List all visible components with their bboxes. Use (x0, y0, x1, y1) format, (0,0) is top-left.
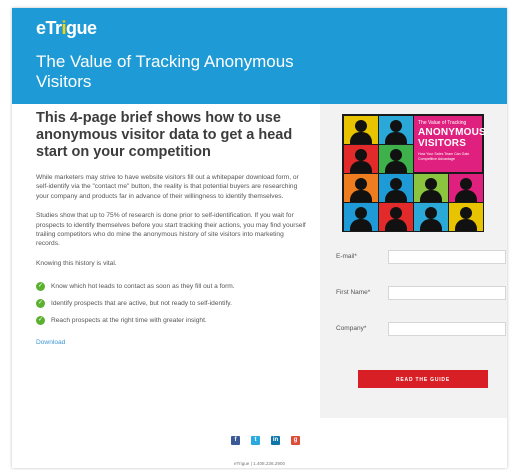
content-headline: This 4-page brief shows how to use anony… (36, 110, 293, 160)
first-name-label: First Name* (336, 289, 371, 296)
email-field[interactable] (388, 250, 506, 264)
google-plus-icon[interactable]: g (291, 436, 300, 445)
benefit-item: ✓ Identify prospects that are active, but… (36, 299, 232, 309)
hero-banner: eTrigue The Value of Tracking Anonymous … (12, 8, 507, 104)
guide-cover-image: The Value of Tracking ANONYMOUS VISITORS … (342, 114, 486, 232)
benefit-list: ✓ Know which hot leads to contact as soon… (36, 278, 308, 329)
silhouette-icon (449, 174, 483, 202)
etrigue-logo[interactable]: eTrigue (36, 18, 97, 39)
read-the-guide-button[interactable]: READ THE GUIDE (358, 370, 488, 388)
email-label: E-mail* (336, 253, 357, 260)
page-footer: f t in g eTrigue | 1.408.236.2900 (12, 418, 507, 468)
cover-subtitle: The Value of Tracking (418, 120, 467, 126)
silhouette-icon (379, 174, 413, 202)
footer-contact: eTrigue | 1.408.236.2900 (233, 461, 286, 466)
silhouette-icon (344, 116, 378, 144)
cover-tagline: How Your Sales Team Can Gain Competitive… (418, 152, 470, 161)
history-paragraph: Knowing this history is vital. (36, 259, 117, 267)
first-name-field[interactable] (388, 286, 506, 300)
silhouette-icon (449, 203, 483, 231)
silhouette-icon (344, 145, 378, 173)
intro-paragraph: While marketers may strive to have websi… (36, 174, 299, 200)
benefit-item: ✓ Reach prospects at the right time with … (36, 316, 207, 326)
page-title: The Value of Tracking Anonymous Visitors (36, 52, 294, 91)
checkmark-icon: ✓ (36, 316, 45, 326)
silhouette-icon (379, 203, 413, 231)
company-field[interactable] (388, 322, 506, 336)
benefit-item: ✓ Know which hot leads to contact as soon… (36, 282, 235, 292)
silhouette-icon (414, 203, 448, 231)
cover-title-panel: The Value of Tracking ANONYMOUS VISITORS … (414, 116, 486, 172)
main-content: This 4-page brief shows how to use anony… (36, 110, 308, 346)
silhouette-icon (344, 203, 378, 231)
landing-page: eTrigue The Value of Tracking Anonymous … (12, 8, 507, 468)
silhouette-icon (379, 145, 413, 173)
linkedin-icon[interactable]: in (271, 436, 280, 445)
research-paragraph: Studies show that up to 75% of research … (36, 212, 306, 248)
twitter-icon[interactable]: t (251, 436, 260, 445)
cover-title: ANONYMOUS VISITORS (418, 127, 486, 149)
download-link[interactable]: Download (36, 339, 308, 346)
silhouette-icon (344, 174, 378, 202)
silhouette-icon (379, 116, 413, 144)
form-sidebar: The Value of Tracking ANONYMOUS VISITORS … (320, 104, 507, 418)
checkmark-icon: ✓ (36, 282, 45, 292)
company-label: Company* (336, 325, 367, 332)
checkmark-icon: ✓ (36, 299, 45, 309)
facebook-icon[interactable]: f (231, 436, 240, 445)
silhouette-icon (414, 174, 448, 202)
